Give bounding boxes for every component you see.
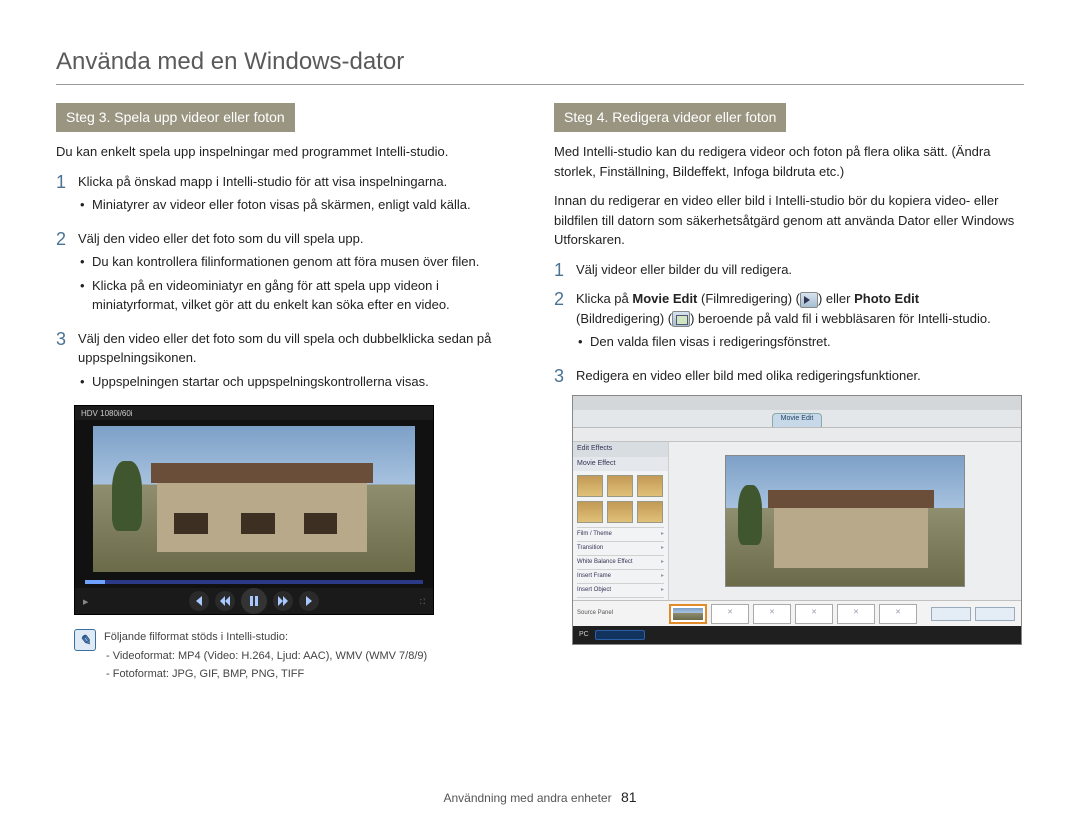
editor-statusbar: PC [573,626,1021,644]
effect-thumb[interactable] [637,475,663,497]
status-pill [595,630,645,640]
timeline-clip-empty[interactable]: ✕ [879,604,917,624]
page-title: Använda med en Windows-dator [56,48,1024,85]
timeline-clip-selected[interactable] [669,604,707,624]
editor-preview [669,442,1021,600]
step3-header: Steg 3. Spela upp videor eller foton [56,103,295,132]
step4-item2-post-a: (Bildredigering) ( [576,311,672,326]
player-titlebar: HDV 1080i/60i [75,406,433,420]
step4-item2-mid1: (Filmredigering) ( [697,291,800,306]
step4-num-1: 1 [554,260,576,282]
sidebar-cat[interactable]: White Balance Effect [577,555,664,569]
note-line1: Följande filformat stöds i Intelli-studi… [104,629,427,646]
step4-item2-pre: Klicka på [576,291,632,306]
photo-edit-label: Photo Edit [854,291,919,306]
photo-edit-icon [672,311,690,327]
footer-section: Användning med andra enheter [443,791,611,805]
timeline-clip-empty[interactable]: ✕ [795,604,833,624]
timeline-label: Source Panel [577,609,613,618]
player-video-frame [93,426,415,572]
editor-timeline: Source Panel ✕ ✕ ✕ ✕ ✕ [573,600,1021,626]
step3-item1-text: Klicka på önskad mapp i Intelli-studio f… [78,174,447,189]
effect-thumbnails [573,471,668,527]
step3-item2-bullet1: Du kan kontrollera filinformationen geno… [78,252,526,272]
sidebar-subheader: Movie Effect [573,457,668,472]
step3-num-2: 2 [56,229,78,251]
note-icon: ✎ [74,629,96,651]
step4-item2-bullet1: Den valda filen visas i redigeringsfönst… [576,332,1024,352]
step3-item3-text: Välj den video eller det foto som du vil… [78,331,491,366]
step3-item3-bullet1: Uppspelningen startar och uppspelningsko… [78,372,526,392]
sidebar-cat[interactable]: Film / Theme [577,527,664,541]
step4-item3-text: Redigera en video eller bild med olika r… [576,368,921,383]
status-tag: PC [579,630,589,641]
left-column: Steg 3. Spela upp videor eller foton Du … [56,103,526,685]
step3-item1-bullet1: Miniatyrer av videor eller foton visas p… [78,195,526,215]
effect-thumb[interactable] [577,475,603,497]
rewind-button[interactable] [215,591,235,611]
step4-item2-post-b: ) beroende på vald fil i webbläsaren för… [690,311,991,326]
sidebar-categories: Film / Theme Transition White Balance Ef… [573,527,668,611]
timeline-clip-empty[interactable]: ✕ [837,604,875,624]
sidebar-cat[interactable]: Insert Object [577,583,664,597]
timeline-clip-empty[interactable]: ✕ [711,604,749,624]
timeline-action-button[interactable] [975,607,1015,621]
play-pause-button[interactable] [241,588,267,614]
step4-item2-mid2: ) eller [818,291,854,306]
step4-num-2: 2 [554,289,576,311]
fullscreen-icon[interactable]: ⛶ [420,598,425,609]
timeline-clip-empty[interactable]: ✕ [753,604,791,624]
sidebar-cat[interactable]: Transition [577,541,664,555]
player-controls [75,588,433,614]
movie-edit-tab[interactable]: Movie Edit [772,413,822,427]
step3-item2-bullet2: Klicka på en videominiatyr en gång för a… [78,276,526,315]
editor-figure: Movie Edit Edit Effects Movie Effect [572,395,1022,645]
step4-intro2: Innan du redigerar en video eller bild i… [554,191,1024,250]
step3-item2-text: Välj den video eller det foto som du vil… [78,231,363,246]
player-left-indicator: ▶ [83,598,88,609]
preview-image [725,455,965,587]
step3-num-1: 1 [56,172,78,194]
right-column: Steg 4. Redigera videor eller foton Med … [554,103,1024,685]
note-line3: - Fotoformat: JPG, GIF, BMP, PNG, TIFF [104,666,427,683]
editor-sidebar: Edit Effects Movie Effect Film / Theme T… [573,442,669,600]
step3-intro: Du kan enkelt spela upp inspelningar med… [56,142,526,162]
editor-tabbar: Movie Edit [573,410,1021,428]
effect-thumb[interactable] [577,501,603,523]
effect-thumb[interactable] [607,501,633,523]
page-footer: Användning med andra enheter 81 [0,789,1080,805]
editor-menubar[interactable] [573,396,1021,410]
sidebar-cat[interactable]: Insert Frame [577,569,664,583]
effect-thumb[interactable] [607,475,633,497]
page-number: 81 [621,789,637,805]
step4-item1-text: Välj videor eller bilder du vill rediger… [576,262,792,277]
note-line2: - Videoformat: MP4 (Video: H.264, Ljud: … [104,648,427,665]
timeline-action-button[interactable] [931,607,971,621]
step3-num-3: 3 [56,329,78,351]
media-player-figure: HDV 1080i/60i ▶ ⛶ [74,405,434,615]
next-button[interactable] [299,591,319,611]
movie-edit-icon [800,292,818,308]
player-seek-bar[interactable] [85,580,423,584]
prev-button[interactable] [189,591,209,611]
step4-num-3: 3 [554,366,576,388]
step4-header: Steg 4. Redigera videor eller foton [554,103,786,132]
effect-thumb[interactable] [637,501,663,523]
sidebar-header: Edit Effects [573,442,668,457]
step4-intro1: Med Intelli-studio kan du redigera video… [554,142,1024,181]
editor-toolbar[interactable] [573,428,1021,442]
format-note: ✎ Följande filformat stöds i Intelli-stu… [74,629,526,685]
forward-button[interactable] [273,591,293,611]
movie-edit-label: Movie Edit [632,291,697,306]
